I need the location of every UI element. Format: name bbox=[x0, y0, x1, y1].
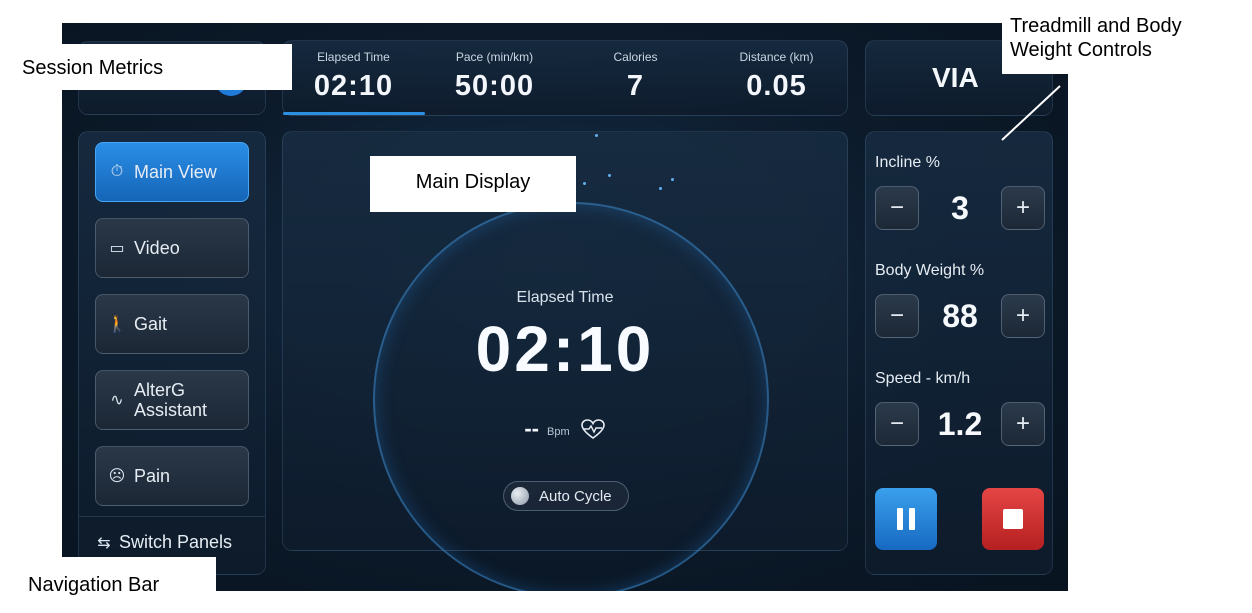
nav-pain-button[interactable]: ☹ Pain bbox=[95, 446, 249, 506]
body-weight-increase-button[interactable]: + bbox=[1001, 294, 1045, 338]
heart-rate-unit: Bpm bbox=[547, 426, 570, 438]
stopwatch-icon: ⏱ bbox=[110, 163, 124, 180]
elapsed-time-dial bbox=[373, 202, 769, 591]
activity-pulse-icon: ∿ bbox=[110, 392, 124, 409]
metric-pace[interactable]: Pace (min/km) 50:00 bbox=[424, 41, 565, 115]
incline-increase-button[interactable]: + bbox=[1001, 186, 1045, 230]
sad-face-icon: ☹ bbox=[108, 468, 126, 485]
annotation-session-metrics: Session Metrics bbox=[8, 44, 292, 90]
dial-particle bbox=[583, 182, 586, 185]
active-metric-indicator bbox=[283, 112, 425, 115]
dial-particle bbox=[671, 178, 674, 181]
metric-label: Distance (km) bbox=[739, 50, 814, 64]
nav-gait-button[interactable]: 🚶 Gait bbox=[95, 294, 249, 354]
metric-value: 7 bbox=[626, 70, 645, 102]
main-time-label: Elapsed Time bbox=[516, 289, 614, 306]
auto-cycle-toggle[interactable]: Auto Cycle bbox=[503, 481, 629, 511]
session-metrics-bar: Elapsed Time 02:10 Pace (min/km) 50:00 C… bbox=[282, 40, 848, 116]
nav-label: Gait bbox=[134, 313, 168, 334]
speed-stepper: − 1.2 + bbox=[875, 402, 1045, 448]
nav-alterg-assistant-button[interactable]: ∿ AlterG Assistant bbox=[95, 370, 249, 430]
body-weight-stepper: − 88 + bbox=[875, 294, 1045, 340]
switch-panels-button[interactable]: ⇆ Switch Panels bbox=[93, 532, 232, 553]
dial-particle bbox=[608, 174, 611, 177]
heart-pulse-icon bbox=[580, 419, 605, 439]
annotation-treadmill-controls: Treadmill and Body Weight Controls bbox=[1002, 8, 1230, 74]
pause-button[interactable] bbox=[875, 488, 937, 550]
metric-elapsed-time[interactable]: Elapsed Time 02:10 bbox=[283, 41, 425, 115]
nav-label: Pain bbox=[134, 465, 171, 486]
metric-value: 02:10 bbox=[313, 70, 394, 102]
metric-label: Pace (min/km) bbox=[455, 50, 534, 64]
metric-value: 50:00 bbox=[454, 70, 535, 102]
auto-cycle-label: Auto Cycle bbox=[539, 487, 612, 505]
app-screen: G Elapsed Time 02:10 Pace (min/km) 50:00… bbox=[62, 23, 1068, 591]
body-weight-decrease-button[interactable]: − bbox=[875, 294, 919, 338]
nav-label-line-2: Assistant bbox=[134, 400, 208, 420]
swap-arrows-icon: ⇆ bbox=[97, 534, 111, 552]
heart-rate-row: -- Bpm bbox=[283, 416, 847, 442]
brand-text: VIA bbox=[932, 62, 979, 93]
nav-video-button[interactable]: ▭ Video bbox=[95, 218, 249, 278]
switch-panels-label: Switch Panels bbox=[119, 532, 233, 552]
main-elapsed-time: 02:10 bbox=[475, 313, 655, 385]
incline-value: 3 bbox=[951, 190, 969, 226]
pause-icon bbox=[909, 508, 915, 530]
nav-divider bbox=[79, 516, 265, 517]
metric-calories[interactable]: Calories 7 bbox=[565, 41, 706, 115]
toggle-knob bbox=[511, 487, 529, 505]
stop-button[interactable] bbox=[982, 488, 1044, 550]
speed-value: 1.2 bbox=[937, 406, 983, 442]
speed-increase-button[interactable]: + bbox=[1001, 402, 1045, 446]
metric-label: Elapsed Time bbox=[317, 50, 390, 64]
speed-decrease-button[interactable]: − bbox=[875, 402, 919, 446]
nav-label-line-1: AlterG bbox=[134, 380, 186, 400]
metric-distance[interactable]: Distance (km) 0.05 bbox=[706, 41, 847, 115]
pause-icon bbox=[897, 508, 903, 530]
metric-label: Calories bbox=[613, 50, 658, 64]
dial-particle bbox=[659, 187, 662, 190]
navigation-bar: ⏱ Main View ▭ Video 🚶 Gait ∿ AlterG Assi… bbox=[78, 131, 266, 575]
nav-main-view-button[interactable]: ⏱ Main View bbox=[95, 142, 249, 202]
nav-label: Video bbox=[134, 237, 180, 258]
heart-rate-value: -- bbox=[524, 416, 540, 441]
walking-person-icon: 🚶 bbox=[107, 316, 127, 333]
treadmill-controls: Incline % − 3 + Body Weight % − 88 + Spe… bbox=[865, 131, 1053, 575]
video-camera-icon: ▭ bbox=[109, 240, 125, 257]
nav-label: Main View bbox=[134, 161, 217, 182]
dial-particle bbox=[595, 134, 598, 137]
annotation-navigation-bar: Navigation Bar bbox=[16, 557, 216, 607]
body-weight-label: Body Weight % bbox=[875, 262, 985, 279]
stop-icon bbox=[1003, 509, 1023, 529]
incline-stepper: − 3 + bbox=[875, 186, 1045, 232]
incline-decrease-button[interactable]: − bbox=[875, 186, 919, 230]
body-weight-value: 88 bbox=[942, 298, 978, 334]
speed-label: Speed - km/h bbox=[875, 370, 971, 387]
incline-label: Incline % bbox=[875, 154, 940, 171]
nav-label: AlterG Assistant bbox=[134, 380, 207, 420]
annotation-main-display: Main Display bbox=[370, 156, 576, 212]
metric-value: 0.05 bbox=[746, 70, 807, 102]
